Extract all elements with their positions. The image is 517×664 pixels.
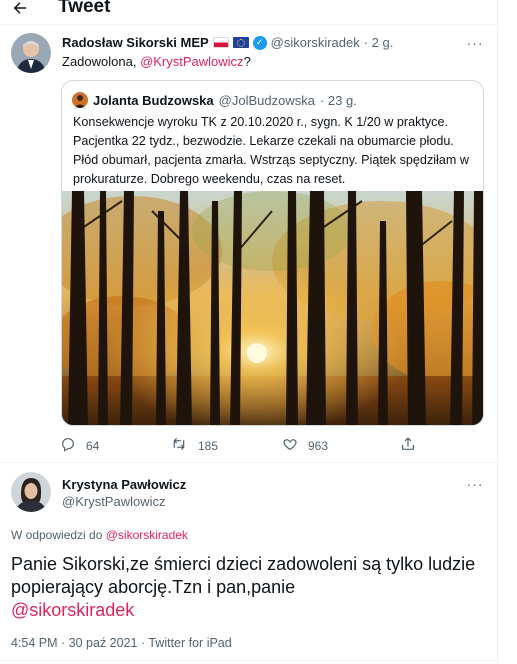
reply-count: 64 [86, 438, 100, 453]
tweet-time[interactable]: · 2 g. [364, 35, 394, 50]
reply-to-link[interactable]: @sikorskiradek [106, 528, 188, 542]
tweet-text-body: Panie Sikorski,ze śmierci dzieci zadowol… [11, 554, 476, 597]
tweet-page: Tweet Radosław Sikorski MEP ✓ @sikorskir… [0, 0, 498, 664]
divider [0, 24, 498, 25]
tweet-text: Zadowolona, @KrystPawlowicz? [62, 54, 251, 69]
share-icon [400, 436, 416, 455]
top-bar: Tweet [0, 0, 498, 26]
author-handle[interactable]: @sikorskiradek [271, 35, 360, 50]
like-icon [282, 436, 298, 455]
page-title: Tweet [58, 0, 111, 17]
quoted-tweet[interactable]: Jolanta Budzowska @JolBudzowska · 23 g. … [61, 80, 484, 426]
divider [0, 462, 498, 463]
tweet-meta[interactable]: 4:54 PM · 30 paź 2021 · Twitter for iPad [11, 636, 232, 650]
avatar[interactable] [11, 33, 51, 73]
avatar [72, 92, 88, 108]
mention-link[interactable]: @sikorskiradek [11, 600, 134, 620]
reply-prefix: W odpowiedzi do [11, 528, 106, 542]
more-icon[interactable]: ··· [466, 476, 484, 492]
divider [0, 660, 498, 661]
retweet-button[interactable]: 185 [170, 436, 218, 455]
author-handle: @JolBudzowska [218, 92, 315, 108]
like-count: 963 [308, 438, 329, 453]
eu-flag-icon [232, 37, 249, 48]
like-button[interactable]: 963 [282, 436, 328, 455]
tweet-header: Radosław Sikorski MEP ✓ @sikorskiradek ·… [62, 35, 393, 50]
author-handle[interactable]: @KrystPawlowicz [62, 494, 166, 509]
author-name[interactable]: Radosław Sikorski MEP [62, 35, 209, 50]
retweet-icon [170, 436, 188, 455]
tweet-time: · 23 g. [319, 92, 357, 108]
author-name[interactable]: Krystyna Pawłowicz [62, 477, 186, 492]
tweet-actions: 64 185 963 [60, 436, 440, 456]
poland-flag-icon [212, 37, 229, 48]
tweet-text-part: Zadowolona, [62, 54, 141, 69]
more-icon[interactable]: ··· [466, 35, 484, 51]
quoted-tweet-header: Jolanta Budzowska @JolBudzowska · 23 g. [72, 92, 357, 108]
retweet-count: 185 [198, 438, 219, 453]
tweet-text-part: ? [243, 54, 251, 69]
verified-icon: ✓ [252, 35, 267, 50]
forest-photo[interactable] [62, 191, 483, 425]
reply-button[interactable]: 64 [60, 436, 99, 455]
avatar[interactable] [11, 472, 51, 512]
author-name: Jolanta Budzowska [93, 92, 214, 108]
back-arrow-icon[interactable] [10, 0, 30, 18]
mention-link[interactable]: @KrystPawlowicz [140, 54, 244, 69]
reply-context: W odpowiedzi do @sikorskiradek [11, 528, 188, 542]
quoted-tweet-text: Konsekwencje wyroku TK z 20.10.2020 r., … [73, 115, 469, 186]
share-button[interactable] [400, 436, 416, 455]
tweet-text: Panie Sikorski,ze śmierci dzieci zadowol… [11, 553, 481, 622]
reply-icon [60, 436, 76, 455]
